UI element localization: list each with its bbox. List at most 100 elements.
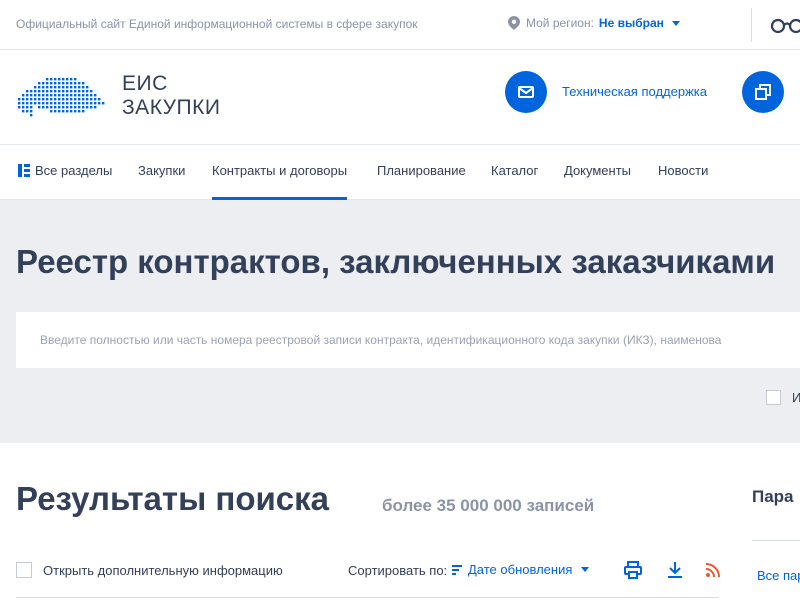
logo-dot: [86, 102, 89, 105]
logo-dot: [86, 90, 89, 93]
region-selector[interactable]: Мой регион: Не выбран: [508, 16, 680, 30]
logo-dot: [78, 90, 81, 93]
logo-dot: [38, 82, 41, 85]
logo-dot: [78, 102, 81, 105]
logo-dot: [74, 90, 77, 93]
hero-checkbox[interactable]: [766, 390, 781, 405]
sort-dropdown[interactable]: Дате обновления: [452, 562, 590, 577]
logo-dot: [70, 102, 73, 105]
logo-dot: [70, 106, 73, 109]
logo-line-eis: ЕИС: [122, 72, 168, 95]
open-info-label[interactable]: Открыть дополнительную информацию: [43, 563, 283, 578]
logo-dot: [62, 82, 65, 85]
logo-dot: [74, 102, 77, 105]
logo-dot: [34, 102, 37, 105]
sort-value: Дате обновления: [468, 562, 573, 577]
logo-dot: [90, 106, 93, 109]
print-icon[interactable]: [624, 561, 642, 579]
params-all-link[interactable]: Все пар: [757, 568, 800, 583]
logo-dot: [74, 78, 77, 81]
logo-dot: [82, 94, 85, 97]
support-link[interactable]: Техническая поддержка: [562, 84, 707, 99]
chevron-down-icon: [581, 567, 590, 572]
params-title: Пара: [752, 487, 794, 506]
sort-bars-icon: [452, 564, 462, 575]
region-value[interactable]: Не выбран: [599, 16, 664, 30]
logo-dot: [22, 98, 25, 101]
logo-dot: [42, 106, 45, 109]
logo-dot: [86, 98, 89, 101]
logo-dot: [94, 98, 97, 101]
logo-dot: [74, 82, 77, 85]
logo-dot: [46, 98, 49, 101]
logo-dot: [66, 98, 69, 101]
sort-label: Сортировать по:: [348, 563, 448, 578]
logo-dot: [38, 94, 41, 97]
logo-dot: [18, 106, 21, 109]
logo-dot: [26, 94, 29, 97]
logo-dot: [54, 86, 57, 89]
hero-checkbox-label[interactable]: И: [792, 390, 800, 405]
logo-dot: [22, 102, 25, 105]
logo-dot: [70, 82, 73, 85]
logo-dot: [46, 82, 49, 85]
logo-dot: [62, 98, 65, 101]
top-bar: Официальный сайт Единой информационной с…: [0, 0, 800, 50]
logo-dot: [86, 86, 89, 89]
logo-dot: [66, 82, 69, 85]
logo-dot: [18, 98, 21, 101]
logo-dot: [58, 78, 61, 81]
search-box[interactable]: [16, 312, 800, 368]
russia-map-logo-icon[interactable]: [16, 68, 116, 122]
search-input[interactable]: [16, 312, 800, 368]
nav-purchases[interactable]: Закупки: [138, 163, 185, 178]
logo-dot: [66, 78, 69, 81]
open-info-checkbox[interactable]: [16, 562, 32, 578]
support-button[interactable]: [505, 71, 547, 113]
nav-contracts[interactable]: Контракты и договоры: [212, 163, 348, 200]
logo-dot: [70, 94, 73, 97]
logo-dot: [62, 78, 65, 81]
nav-label: Все разделы: [35, 163, 113, 178]
logo-dot: [22, 106, 25, 109]
logo-dot: [54, 90, 57, 93]
logo-dot: [70, 98, 73, 101]
download-icon[interactable]: [666, 561, 684, 579]
nav-catalog[interactable]: Каталог: [491, 163, 538, 178]
logo-dot: [74, 98, 77, 101]
logo-dot: [26, 90, 29, 93]
windows-button[interactable]: [742, 71, 784, 113]
logo-dot: [46, 78, 49, 81]
chevron-down-icon[interactable]: [671, 20, 680, 26]
logo-dot: [26, 106, 29, 109]
logo-dot: [50, 90, 53, 93]
logo-dot: [78, 86, 81, 89]
nav-news[interactable]: Новости: [658, 163, 708, 178]
nav-planning[interactable]: Планирование: [377, 163, 466, 178]
logo-dot: [54, 102, 57, 105]
logo-dot: [66, 86, 69, 89]
logo-dot: [54, 110, 57, 113]
logo-dot: [78, 94, 81, 97]
logo-dot: [82, 110, 85, 113]
logo-dot: [26, 110, 29, 113]
logo-dot: [78, 98, 81, 101]
logo-dot: [42, 98, 45, 101]
logo-dot: [58, 106, 61, 109]
divider: [751, 8, 752, 42]
logo-dot: [38, 102, 41, 105]
logo-dot: [22, 94, 25, 97]
logo-text[interactable]: ЕИС ЗАКУПКИ: [122, 72, 220, 120]
logo-dot: [58, 102, 61, 105]
registry-hero: Реестр контрактов, заключенных заказчика…: [0, 200, 800, 443]
logo-dot: [46, 90, 49, 93]
logo-dot: [26, 98, 29, 101]
logo-dot: [94, 106, 97, 109]
logo-dot: [38, 98, 41, 101]
results-title: Результаты поиска: [16, 480, 330, 517]
nav-all-sections[interactable]: Все разделы: [18, 163, 112, 178]
logo-dot: [66, 110, 69, 113]
glasses-icon[interactable]: [770, 15, 800, 35]
rss-icon[interactable]: [704, 561, 722, 579]
nav-documents[interactable]: Документы: [564, 163, 631, 178]
